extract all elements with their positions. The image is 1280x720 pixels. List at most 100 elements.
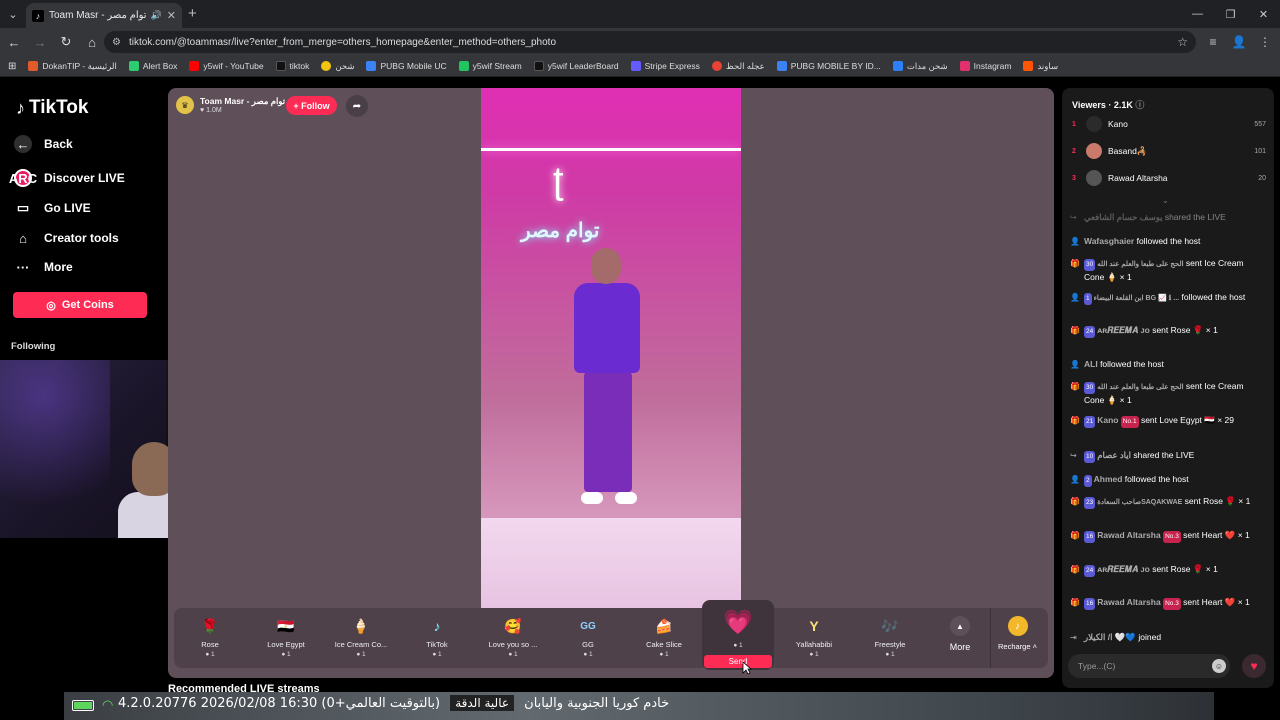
tab-search-icon[interactable]: ⌄ — [0, 0, 26, 28]
bookmark-item[interactable]: PUBG MOBILE BY ID... — [776, 61, 881, 71]
more-gifts-button[interactable]: ▲ More — [940, 616, 980, 652]
tiktok-logo[interactable]: ♪ TikTok — [16, 97, 88, 119]
back-arrow-icon[interactable]: ← — [2, 30, 26, 54]
chat-user[interactable]: Ahmed — [1094, 474, 1123, 484]
gift-price-value: 1 — [211, 651, 215, 658]
live-video[interactable]: ʈ توام مصر — [481, 88, 741, 608]
site-info-icon[interactable]: ⚙ — [112, 37, 121, 48]
gift-icon: 🎁 — [1070, 382, 1080, 391]
performer-legs — [584, 372, 632, 492]
chat-user[interactable]: ᴀʀ𝑹𝑬𝑬𝑴𝑨 ᴊᴏ — [1097, 325, 1150, 335]
gift-love-you[interactable]: 🥰 Love you so ... ● 1 — [477, 608, 549, 668]
chat-user[interactable]: الحج على طبعا والعلم عند الله — [1097, 261, 1183, 268]
gift-heart-selected[interactable]: 💗 ● 1 Send — [702, 600, 774, 670]
gift-rose[interactable]: 🌹 Rose ● 1 — [174, 608, 246, 668]
chat-text: Wafasghaier followed the host — [1084, 235, 1266, 248]
top-viewer-row[interactable]: 1 Kano 557 — [1072, 114, 1266, 134]
emoji-icon[interactable]: ☺ — [1212, 659, 1226, 673]
gift-freestyle[interactable]: 🎶 Freestyle ● 1 — [854, 608, 926, 668]
sidebar-item-creator-tools[interactable]: ⌂ Creator tools — [14, 229, 119, 247]
top-viewer-row[interactable]: 3 Rawad Altarsha 20 — [1072, 168, 1266, 188]
bookmark-item[interactable]: Stripe Express — [630, 61, 700, 71]
egypt-flag-icon: 🇪🇬 — [277, 617, 295, 634]
gift-gg[interactable]: GG GG ● 1 — [552, 608, 624, 668]
bookmark-item[interactable]: y5wif Stream — [458, 61, 522, 71]
address-bar[interactable]: ⚙ tiktok.com/@toammasr/live?enter_from_m… — [104, 31, 1196, 53]
bookmark-star-icon[interactable]: ☆ — [1177, 35, 1188, 49]
gift-love-egypt[interactable]: 🇪🇬 Love Egypt ● 1 — [250, 608, 322, 668]
chat-user[interactable]: اياد عصام — [1097, 450, 1131, 460]
gift-tiktok[interactable]: ♪ TikTok ● 1 — [401, 608, 473, 668]
send-gift-button[interactable]: Send — [704, 655, 772, 668]
viewer-score: 20 — [1258, 174, 1266, 182]
chat-user[interactable]: صاحب السعادةSAQAKWAE — [1097, 499, 1182, 506]
chat-user[interactable]: يوسف حسام الشافعي — [1084, 212, 1162, 222]
like-heart-icon[interactable]: ♥ — [1242, 654, 1266, 678]
get-coins-button[interactable]: ◎ Get Coins — [13, 292, 147, 318]
gift-name: Yallahabibi — [795, 640, 833, 649]
chat-user[interactable]: Kano — [1097, 415, 1118, 425]
gift-ice-cream[interactable]: 🍦 Ice Cream Co... ● 1 — [325, 608, 397, 668]
bookmark-item[interactable]: شحن مدات — [892, 61, 948, 72]
bookmark-item[interactable]: شحن — [321, 61, 354, 72]
chat-user[interactable]: Wafasghaier — [1084, 236, 1134, 246]
neon-sign-text: توام مصر — [521, 220, 600, 242]
speaker-icon[interactable]: 🔊 — [151, 10, 162, 21]
level-badge: 16 — [1084, 598, 1096, 610]
window-close-icon[interactable]: ✕ — [1247, 0, 1280, 28]
chat-user[interactable]: Rawad Altarsha — [1097, 597, 1160, 607]
chat-user[interactable]: ابن القلعة البيضاء BG 📈 ℹ ... — [1094, 295, 1179, 302]
gift-cake-slice[interactable]: 🍰 Cake Slice ● 1 — [628, 608, 700, 668]
new-tab-icon[interactable]: + — [188, 5, 197, 22]
chat-text: 30 الحج على طبعا والعلم عند الله sent Ice… — [1084, 257, 1266, 283]
host-avatar[interactable]: ♛ — [176, 96, 194, 114]
recharge-button[interactable]: ♪ Recharge ˄ — [990, 608, 1044, 668]
follow-user-icon: 👤 — [1070, 237, 1080, 246]
viewer-score: 101 — [1254, 147, 1266, 155]
browser-menu-icon[interactable]: ⋮ — [1254, 30, 1276, 54]
profile-avatar-icon[interactable]: 👤 — [1228, 30, 1250, 54]
chat-user[interactable]: الحج على طبعا والعلم عند الله — [1097, 384, 1183, 391]
follow-button[interactable]: + Follow — [286, 96, 337, 115]
gift-yallahabibi[interactable]: Y Yallahabibi ● 1 — [778, 608, 850, 668]
home-icon[interactable]: ⌂ — [80, 30, 104, 54]
tab-close-icon[interactable]: ✕ — [167, 9, 176, 22]
bookmark-item[interactable]: y5wif - YouTube — [189, 61, 264, 71]
gift-price-value: 1 — [514, 651, 518, 658]
sidebar-item-go-live[interactable]: ▭ Go LIVE — [14, 199, 91, 217]
host-info[interactable]: ♛ Toam Masr - توام مصر ♥ 1.0M — [176, 96, 285, 114]
gift-name: Cake Slice — [646, 640, 682, 649]
bookmark-item[interactable]: y5wif LeaderBoard — [533, 61, 619, 71]
chevron-down-icon[interactable]: ⌄ — [1162, 196, 1169, 205]
bookmark-favicon-icon — [189, 61, 200, 71]
bookmark-item[interactable]: عجله الحظ — [711, 61, 765, 72]
chat-user[interactable]: ᴀʀ𝑹𝑬𝑬𝑴𝑨 ᴊᴏ — [1097, 564, 1150, 574]
info-icon[interactable]: ⓘ — [1135, 100, 1144, 110]
chat-user[interactable]: ALI — [1084, 359, 1098, 369]
bookmark-item[interactable]: PUBG Mobile UC — [366, 61, 447, 71]
browser-tab[interactable]: ♪ Toam Masr - توام مصر (@to 🔊 ✕ — [26, 3, 182, 28]
chat-body: shared the LIVE — [1131, 450, 1195, 460]
minimize-icon[interactable]: — — [1181, 0, 1214, 28]
bookmark-item[interactable]: Instagram — [959, 61, 1011, 71]
top-viewer-row[interactable]: 2 Basand🦂 101 — [1072, 141, 1266, 161]
apps-grid-icon[interactable]: ⊞ — [8, 61, 16, 72]
playlist-icon[interactable]: ≡ — [1202, 30, 1224, 54]
bookmark-item[interactable]: DokanTIP - الرئيسية — [28, 61, 117, 72]
bookmark-item[interactable]: ساوند — [1023, 61, 1058, 72]
chat-user[interactable]: Rawad Altarsha — [1097, 530, 1160, 540]
reload-icon[interactable]: ↻ — [54, 30, 78, 54]
gift-price-value: 1 — [739, 642, 743, 649]
bookmark-item[interactable]: Alert Box — [128, 61, 177, 71]
share-icon[interactable]: ➦ — [346, 95, 368, 117]
forward-arrow-icon[interactable]: → — [28, 30, 52, 54]
sidebar-item-discover-live[interactable]: ARC Discover LIVE — [9, 169, 125, 187]
gift-icon: 🎁 — [1070, 416, 1080, 425]
restore-icon[interactable]: ❐ — [1214, 0, 1247, 28]
sidebar-item-more[interactable]: ··· More — [14, 258, 73, 276]
chat-input[interactable]: Type...(C) — [1068, 654, 1230, 678]
sidebar-item-back[interactable]: ← Back — [14, 135, 73, 153]
chat-user[interactable]: ا/ الكيلار 🤍💙 — [1084, 632, 1136, 642]
level-badge: 10 — [1084, 451, 1096, 463]
bookmark-item[interactable]: tiktok — [275, 61, 309, 71]
